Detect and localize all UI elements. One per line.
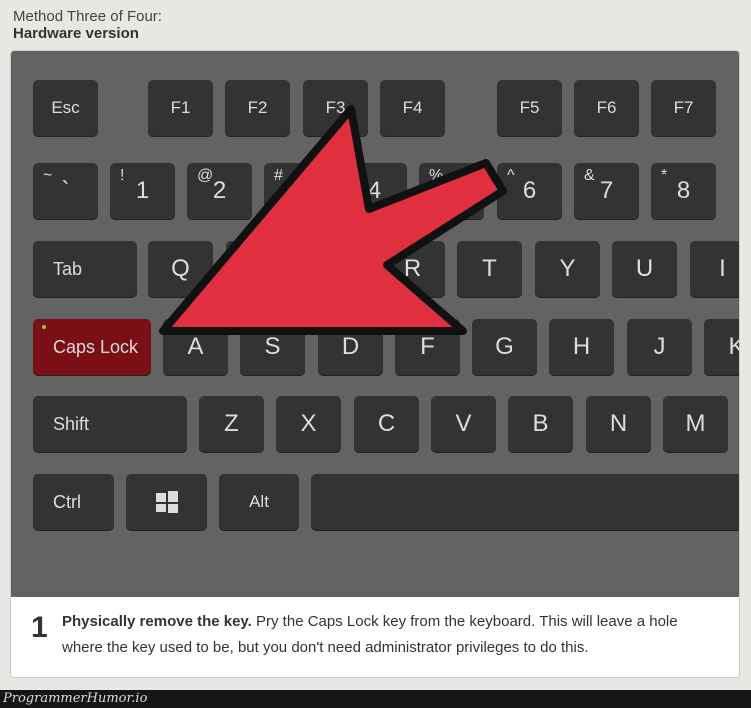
watermark-bar: ProgrammerHumor.io: [0, 690, 751, 708]
watermark: ProgrammerHumor.io: [3, 691, 148, 706]
step-card: EscF1F2F3F4F5F6F7~`!1@2#3$4%5^6&7*8TabQW…: [10, 50, 740, 678]
step-bold: Physically remove the key.: [62, 613, 252, 630]
method-label: Method Three of Four:: [13, 8, 162, 25]
method-title: Hardware version: [13, 25, 139, 42]
step-text: Physically remove the key. Pry the Caps …: [62, 609, 722, 661]
keyboard-image: EscF1F2F3F4F5F6F7~`!1@2#3$4%5^6&7*8TabQW…: [11, 51, 739, 597]
step-1: 1 Physically remove the key. Pry the Cap…: [11, 597, 739, 677]
red-arrow-icon: [159, 105, 507, 335]
method-header: Method Three of Four: Hardware version: [13, 8, 162, 42]
step-number: 1: [31, 611, 48, 644]
